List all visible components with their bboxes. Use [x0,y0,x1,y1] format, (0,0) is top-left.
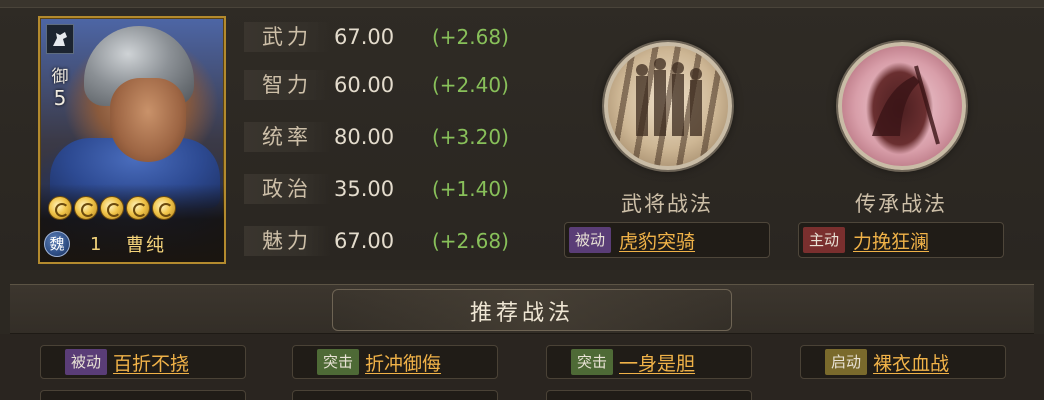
attribute-value: 35.00 [334,177,395,201]
tactic-name-link[interactable]: 百折不挠 [113,349,189,376]
recommended-tactic-partial[interactable] [546,390,752,400]
portrait-face [110,78,186,162]
tactic-type-badge: 被动 [569,227,612,253]
star-icon [152,196,176,220]
attribute-row: 智力 60.00 (+2.40) [244,68,544,102]
warrior-tactic-icon[interactable] [604,42,732,170]
tactic-type-badge: 主动 [803,227,846,253]
recommended-header: 推荐战法 [10,284,1034,334]
attribute-bonus: (+3.20) [432,125,509,149]
star-icon [48,196,72,220]
warrior-tactic-tag[interactable]: 被动 虎豹突骑 [564,222,770,258]
top-border [0,0,1044,8]
attribute-label: 统率 [244,122,330,152]
star-icon [126,196,150,220]
tactic-name-link[interactable]: 裸衣血战 [873,349,949,376]
attribute-value: 67.00 [334,25,395,49]
star-icon [74,196,98,220]
tactic-name-link[interactable]: 力挽狂澜 [853,227,929,254]
attribute-bonus: (+2.68) [432,229,509,253]
attribute-value: 80.00 [334,125,395,149]
troop-type-level: 5 [53,86,67,110]
attribute-row: 政治 35.00 (+1.40) [244,172,544,206]
star-icon [100,196,124,220]
recommended-tactic[interactable]: 突击 折冲御侮 [292,345,498,379]
hero-portrait-card[interactable]: 御 5 魏 1 曹纯 [38,16,226,264]
attribute-label: 魅力 [244,226,330,256]
tactic-name-link[interactable]: 一身是胆 [619,349,695,376]
attribute-row: 武力 67.00 (+2.68) [244,20,544,54]
faction-badge: 魏 [44,231,70,257]
recommended-title: 推荐战法 [469,301,574,326]
inherit-tactic-title: 传承战法 [855,192,947,216]
attribute-bonus: (+2.40) [432,73,509,97]
attribute-value: 60.00 [334,73,395,97]
recommended-tactic[interactable]: 启动 裸衣血战 [800,345,1006,379]
warrior-tactic-title: 武将战法 [621,192,713,216]
tactic-type-badge: 突击 [317,349,360,375]
hero-name: 曹纯 [126,235,166,256]
attribute-row: 魅力 67.00 (+2.68) [244,224,544,258]
hero-identity-row: 魏 1 曹纯 [44,230,222,258]
attribute-row: 统率 80.00 (+3.20) [244,120,544,154]
tactic-type-badge: 被动 [65,349,108,375]
attribute-value: 67.00 [334,229,395,253]
troop-type-label: 御 [51,67,69,87]
tactic-name-link[interactable]: 虎豹突骑 [619,227,695,254]
attribute-label: 政治 [244,174,330,204]
inherit-tactic-column: 传承战法 主动 力挽狂澜 [796,34,1006,266]
warrior-tactic-column: 武将战法 被动 虎豹突骑 [562,34,772,266]
recommended-tactic[interactable]: 突击 一身是胆 [546,345,752,379]
recommended-tactic-partial[interactable] [292,390,498,400]
inherit-tactic-icon[interactable] [838,42,966,170]
hero-level: 1 [90,233,102,255]
tactic-type-badge: 突击 [571,349,614,375]
attribute-bonus: (+1.40) [432,177,509,201]
attribute-label: 智力 [244,70,330,100]
star-rating [48,196,176,220]
recommended-tactic-partial[interactable] [40,390,246,400]
horse-icon [46,24,74,54]
inherit-tactic-tag[interactable]: 主动 力挽狂澜 [798,222,1004,258]
tactic-name-link[interactable]: 折冲御侮 [365,349,441,376]
tactic-type-badge: 启动 [825,349,868,375]
attribute-bonus: (+2.68) [432,25,509,49]
recommended-tactic[interactable]: 被动 百折不挠 [40,345,246,379]
attribute-label: 武力 [244,22,330,52]
